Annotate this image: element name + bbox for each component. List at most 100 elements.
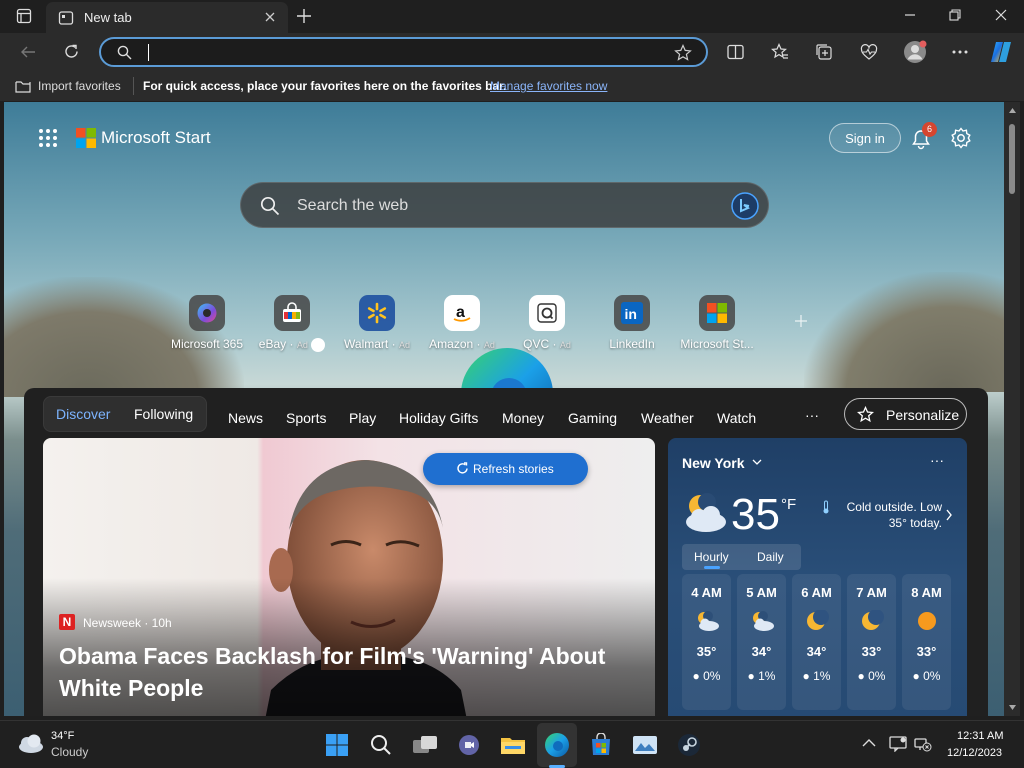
quick-link-label: LinkedIn <box>609 337 655 351</box>
close-tab-icon[interactable] <box>264 11 276 23</box>
bing-chat-icon[interactable] <box>730 191 760 221</box>
hero-story-card[interactable]: Refresh stories N Newsweek · 10h Obama F… <box>43 438 655 716</box>
back-icon[interactable] <box>20 44 36 60</box>
tab-daily[interactable]: Daily <box>757 550 784 564</box>
nav-play[interactable]: Play <box>349 410 376 426</box>
chevron-right-icon[interactable] <box>945 509 953 521</box>
network-disconnected-icon[interactable] <box>914 736 932 752</box>
personalize-label: Personalize <box>886 407 960 423</box>
notification-count-badge: 6 <box>922 122 937 137</box>
sign-in-button[interactable]: Sign in <box>829 123 901 153</box>
file-explorer-icon[interactable] <box>499 731 527 759</box>
task-view-icon[interactable] <box>411 731 439 759</box>
edge-browser-icon[interactable] <box>543 731 571 759</box>
hour-temp: 33° <box>916 644 937 659</box>
taskbar-weather-temp[interactable]: 34°F <box>51 730 74 742</box>
manage-favorites-link[interactable]: Manage favorites now <box>490 79 607 93</box>
background-hill-right <box>804 272 1004 392</box>
feed-toggle: Discover Following <box>43 396 207 432</box>
hourly-forecast-6am[interactable]: 6 AM 34° ● 1% <box>792 574 841 710</box>
news-feed: Discover Following News Sports Play Holi… <box>24 388 988 716</box>
nav-holiday-gifts[interactable]: Holiday Gifts <box>399 410 478 426</box>
tab-actions-icon[interactable] <box>16 8 32 24</box>
hour-precip-row: ● 1% <box>737 669 786 683</box>
nav-more-icon[interactable]: ··· <box>805 407 819 423</box>
page-scrollbar[interactable] <box>1004 102 1020 716</box>
close-window-icon[interactable] <box>995 9 1007 21</box>
collections-icon[interactable] <box>815 43 833 61</box>
moon-icon <box>804 610 830 632</box>
weather-card[interactable]: New York ··· 35 °F Cold outside. Low 35°… <box>668 438 967 716</box>
weather-location[interactable]: New York <box>682 455 745 471</box>
hourly-forecast-4am[interactable]: 4 AM 35° ● 0% <box>682 574 731 710</box>
start-button-icon[interactable] <box>323 731 351 759</box>
microsoft-store-icon[interactable] <box>587 731 615 759</box>
hourly-forecast-5am[interactable]: 5 AM 34° ● 1% <box>737 574 786 710</box>
import-favorites-button[interactable]: Import favorites <box>38 79 121 93</box>
tab-following[interactable]: Following <box>134 406 193 422</box>
notification-icon[interactable] <box>889 736 907 752</box>
nav-weather[interactable]: Weather <box>641 410 694 426</box>
browser-essentials-icon[interactable] <box>860 43 878 61</box>
minimize-icon[interactable] <box>904 9 916 21</box>
photos-app-icon[interactable] <box>631 731 659 759</box>
clock-time[interactable]: 12:31 AM <box>957 730 1003 742</box>
story-source: Newsweek · 10h <box>83 616 172 630</box>
steam-icon[interactable] <box>675 731 703 759</box>
hourly-forecast-7am[interactable]: 7 AM 33° ● 0% <box>847 574 896 710</box>
hourly-forecast-8am[interactable]: 8 AM 33° ● 0% <box>902 574 951 710</box>
favorite-star-icon[interactable] <box>674 44 692 62</box>
scrollbar-thumb[interactable] <box>1009 124 1015 194</box>
forecast-toggle: Hourly Daily <box>682 544 801 570</box>
nav-news[interactable]: News <box>228 410 263 426</box>
cloudy-weather-icon[interactable] <box>16 733 44 753</box>
hour-precip-row: ● 0% <box>902 669 951 683</box>
split-screen-icon[interactable] <box>727 44 744 60</box>
brand-title[interactable]: Microsoft Start <box>101 128 211 148</box>
clock-date[interactable]: 12/12/2023 <box>947 747 1002 759</box>
partly-cloudy-night-icon <box>694 610 720 632</box>
profile-avatar[interactable] <box>903 40 927 64</box>
temp-unit[interactable]: °F <box>781 496 796 513</box>
tab-discover[interactable]: Discover <box>56 406 110 422</box>
search-icon[interactable] <box>367 731 395 759</box>
weather-more-icon[interactable]: ··· <box>930 452 944 468</box>
new-tab-button[interactable] <box>296 8 312 24</box>
scroll-down-icon[interactable] <box>1009 705 1016 710</box>
amazon-icon: a <box>444 295 480 331</box>
nav-sports[interactable]: Sports <box>286 410 326 426</box>
tab-hourly[interactable]: Hourly <box>694 550 729 564</box>
nav-money[interactable]: Money <box>502 410 544 426</box>
settings-gear-icon[interactable] <box>950 127 972 149</box>
hour-time: 6 AM <box>801 585 832 600</box>
text-cursor <box>148 44 149 61</box>
story-headline[interactable]: Obama Faces Backlash for Film's 'Warning… <box>59 640 619 704</box>
restore-icon[interactable] <box>949 9 961 21</box>
newsweek-logo: N <box>59 614 75 630</box>
scroll-up-icon[interactable] <box>1009 108 1016 113</box>
refresh-stories-button[interactable]: Refresh stories <box>423 453 588 485</box>
hour-temp: 33° <box>861 644 882 659</box>
tab-new-tab[interactable]: New tab <box>46 2 288 33</box>
quick-link-microsoft-store[interactable]: Microsoft St... <box>667 295 767 351</box>
sign-in-label: Sign in <box>845 131 885 146</box>
partly-cloudy-night-icon <box>682 490 728 534</box>
favorites-icon[interactable] <box>771 43 789 61</box>
web-search-box[interactable]: Search the web <box>240 182 769 228</box>
teams-chat-icon[interactable] <box>455 731 483 759</box>
taskbar-weather-desc[interactable]: Cloudy <box>51 745 88 759</box>
chevron-up-icon[interactable] <box>862 738 876 747</box>
nav-gaming[interactable]: Gaming <box>568 410 617 426</box>
chevron-down-icon[interactable] <box>752 458 762 466</box>
add-quick-link-icon[interactable] <box>794 314 808 328</box>
address-bar[interactable] <box>99 37 708 67</box>
apps-grid-icon[interactable] <box>38 128 58 148</box>
quick-link-label: eBay <box>258 337 287 351</box>
refresh-icon[interactable] <box>63 43 80 60</box>
personalize-button[interactable]: Personalize <box>844 398 967 430</box>
nav-watch[interactable]: Watch <box>717 410 756 426</box>
settings-more-icon[interactable] <box>952 50 968 54</box>
raindrop-icon: ● <box>692 669 700 683</box>
partly-cloudy-night-icon <box>749 610 775 632</box>
copilot-icon[interactable] <box>989 40 1013 64</box>
